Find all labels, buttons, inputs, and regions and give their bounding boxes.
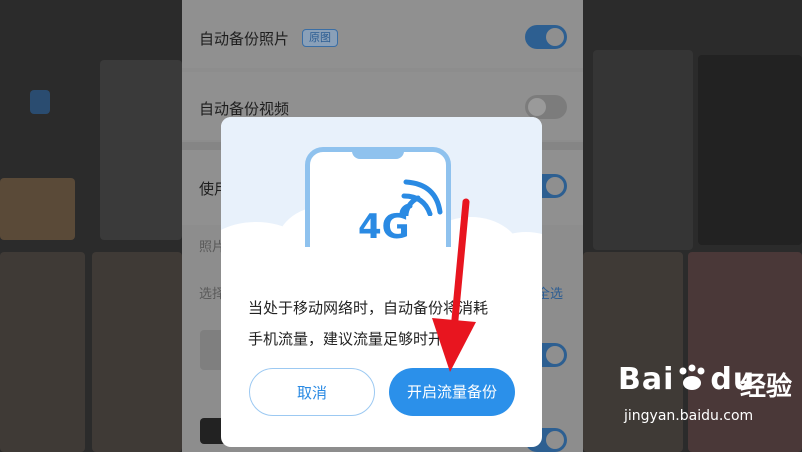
dialog-message: 当处于移动网络时，自动备份将消耗 手机流量，建议流量足够时开启 — [248, 293, 518, 355]
auto-backup-photos-label: 自动备份照片 — [199, 30, 290, 48]
watermark-url: jingyan.baidu.com — [624, 408, 754, 424]
watermark-cn: 经验 — [740, 372, 793, 402]
ghost-card — [593, 50, 693, 250]
auto-backup-photos-toggle[interactable] — [525, 25, 567, 49]
dialog-illustration: 4G — [221, 117, 542, 272]
dialog-message-line1: 当处于移动网络时，自动备份将消耗 — [248, 299, 489, 317]
ghost-card — [100, 60, 182, 240]
ghost-image — [0, 178, 75, 240]
paw-logo-icon — [674, 363, 710, 393]
baidu-jingyan-watermark: Bai du 经验 jingyan.baidu.com — [618, 362, 798, 432]
ghost-photo — [0, 252, 85, 452]
watermark-brand: Bai du — [618, 362, 756, 397]
wifi-signal-icon — [399, 179, 443, 216]
auto-backup-photos-row[interactable]: 自动备份照片 原图 — [182, 0, 583, 68]
ghost-image — [698, 55, 802, 245]
auto-backup-videos-label: 自动备份视频 — [199, 100, 290, 118]
cancel-button[interactable]: 取消 — [249, 368, 375, 416]
ghost-icon — [30, 90, 50, 114]
enable-data-backup-button[interactable]: 开启流量备份 — [389, 368, 515, 416]
original-tag: 原图 — [302, 29, 338, 47]
mobile-data-backup-dialog: 4G 当处于移动网络时，自动备份将消耗 手机流量，建议流量足够时开启 取消 开启… — [221, 117, 542, 447]
dialog-message-line2: 手机流量，建议流量足够时开启 — [248, 330, 459, 348]
auto-backup-videos-toggle[interactable] — [525, 95, 567, 119]
ghost-photo — [92, 252, 182, 452]
background-left-panel — [0, 0, 182, 452]
